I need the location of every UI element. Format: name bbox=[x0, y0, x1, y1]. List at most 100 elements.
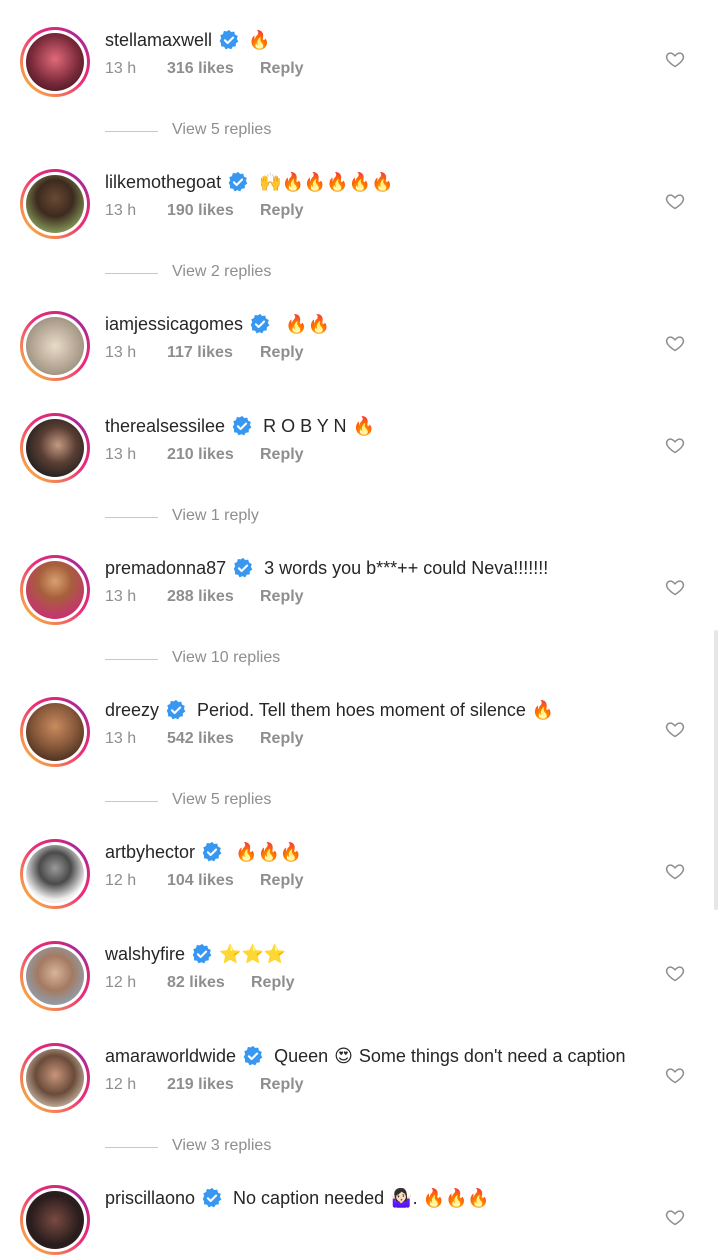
heart-icon[interactable] bbox=[665, 861, 685, 881]
heart-icon[interactable] bbox=[665, 577, 685, 597]
avatar[interactable] bbox=[20, 839, 90, 909]
avatar-photo bbox=[26, 703, 84, 761]
username[interactable]: therealsessilee bbox=[105, 416, 225, 437]
comment-emoji: 🔥 bbox=[531, 699, 555, 720]
avatar-photo bbox=[26, 419, 84, 477]
comment-emoji: 🔥🔥 bbox=[285, 313, 330, 334]
username[interactable]: lilkemothegoat bbox=[105, 172, 221, 193]
verified-badge-icon bbox=[232, 415, 252, 436]
reply-button[interactable]: Reply bbox=[260, 344, 304, 362]
comment-text: Period. Tell them hoes moment of silence bbox=[197, 699, 526, 720]
heart-icon[interactable] bbox=[665, 191, 685, 211]
likes-count[interactable]: 190 likes bbox=[167, 202, 234, 220]
heart-icon[interactable] bbox=[665, 435, 685, 455]
comment-time: 13 h bbox=[105, 730, 137, 747]
username[interactable]: premadonna87 bbox=[105, 558, 226, 579]
replies-divider bbox=[105, 273, 158, 274]
heart-icon[interactable] bbox=[665, 963, 685, 983]
likes-count[interactable]: 117 likes bbox=[167, 344, 233, 362]
likes-count[interactable]: 219 likes bbox=[167, 1076, 234, 1094]
reply-button[interactable]: Reply bbox=[260, 60, 304, 78]
verified-badge-icon bbox=[202, 841, 222, 862]
verified-badge-icon bbox=[243, 1045, 263, 1066]
reply-button[interactable]: Reply bbox=[260, 872, 304, 890]
comment-emoji: 🤷🏻‍♀️. 🔥🔥🔥 bbox=[390, 1187, 490, 1208]
replies-divider bbox=[105, 517, 158, 518]
view-replies-label[interactable]: View 2 replies bbox=[172, 263, 271, 281]
avatar-photo bbox=[26, 1049, 84, 1107]
comment-time: 13 h bbox=[105, 344, 137, 361]
username[interactable]: artbyhector bbox=[105, 842, 195, 863]
verified-badge-icon bbox=[250, 313, 270, 334]
heart-icon[interactable] bbox=[665, 49, 685, 69]
comment-time: 13 h bbox=[105, 60, 137, 77]
comment-time: 12 h bbox=[105, 1076, 137, 1093]
replies-divider bbox=[105, 801, 158, 802]
comment-time: 13 h bbox=[105, 446, 137, 463]
username[interactable]: walshyfire bbox=[105, 944, 185, 965]
comment-emoji: ⭐⭐⭐ bbox=[219, 943, 287, 964]
avatar[interactable] bbox=[20, 311, 90, 381]
reply-button[interactable]: Reply bbox=[260, 446, 304, 464]
avatar[interactable] bbox=[20, 169, 90, 239]
avatar-photo bbox=[26, 1191, 84, 1249]
verified-badge-icon bbox=[219, 29, 239, 50]
comment-time: 13 h bbox=[105, 202, 137, 219]
reply-button[interactable]: Reply bbox=[260, 730, 304, 748]
heart-icon[interactable] bbox=[665, 1207, 685, 1227]
likes-count[interactable]: 316 likes bbox=[167, 60, 234, 78]
comment-time: 12 h bbox=[105, 974, 137, 991]
avatar[interactable] bbox=[20, 413, 90, 483]
reply-button[interactable]: Reply bbox=[260, 588, 304, 606]
avatar-photo bbox=[26, 317, 84, 375]
comment-time: 12 h bbox=[105, 872, 137, 889]
avatar[interactable] bbox=[20, 697, 90, 767]
view-replies-label[interactable]: View 1 reply bbox=[172, 507, 259, 525]
likes-count[interactable]: 210 likes bbox=[167, 446, 234, 464]
comment-emoji: 🔥🔥🔥 bbox=[235, 841, 303, 862]
reply-button[interactable]: Reply bbox=[260, 202, 304, 220]
heart-icon[interactable] bbox=[665, 333, 685, 353]
verified-badge-icon bbox=[166, 699, 186, 720]
replies-divider bbox=[105, 659, 158, 660]
avatar-photo bbox=[26, 845, 84, 903]
comment-text-continued: Some things don't need a caption bbox=[358, 1045, 626, 1066]
avatar[interactable] bbox=[20, 1185, 90, 1255]
view-replies-label[interactable]: View 5 replies bbox=[172, 121, 271, 139]
reply-button[interactable]: Reply bbox=[260, 1076, 304, 1094]
username[interactable]: iamjessicagomes bbox=[105, 314, 243, 335]
comment-text: 3 words you b***++ could Neva!!!!!!! bbox=[264, 557, 549, 578]
avatar[interactable] bbox=[20, 941, 90, 1011]
likes-count[interactable]: 82 likes bbox=[167, 974, 225, 992]
avatar[interactable] bbox=[20, 1043, 90, 1113]
verified-badge-icon bbox=[192, 943, 212, 964]
username[interactable]: amaraworldwide bbox=[105, 1046, 236, 1067]
replies-divider bbox=[105, 131, 158, 132]
verified-badge-icon bbox=[202, 1187, 222, 1208]
username[interactable]: dreezy bbox=[105, 700, 159, 721]
username[interactable]: priscillaono bbox=[105, 1188, 195, 1209]
scrollbar[interactable] bbox=[714, 630, 718, 910]
view-replies-label[interactable]: View 3 replies bbox=[172, 1137, 271, 1155]
comment-emoji: 🙌🔥🔥🔥🔥🔥 bbox=[259, 171, 394, 192]
avatar[interactable] bbox=[20, 555, 90, 625]
verified-badge-icon bbox=[233, 557, 253, 578]
avatar-photo bbox=[26, 175, 84, 233]
view-replies-label[interactable]: View 10 replies bbox=[172, 649, 280, 667]
likes-count[interactable]: 288 likes bbox=[167, 588, 234, 606]
likes-count[interactable]: 542 likes bbox=[167, 730, 234, 748]
comment-text: R O B Y N bbox=[263, 415, 347, 436]
comment-text: Queen bbox=[274, 1045, 329, 1066]
avatar[interactable] bbox=[20, 27, 90, 97]
heart-icon[interactable] bbox=[665, 1065, 685, 1085]
avatar-photo bbox=[26, 33, 84, 91]
replies-divider bbox=[105, 1147, 158, 1148]
likes-count[interactable]: 104 likes bbox=[167, 872, 234, 890]
view-replies-label[interactable]: View 5 replies bbox=[172, 791, 271, 809]
heart-icon[interactable] bbox=[665, 719, 685, 739]
reply-button[interactable]: Reply bbox=[251, 974, 295, 992]
username[interactable]: stellamaxwell bbox=[105, 30, 212, 51]
avatar-photo bbox=[26, 947, 84, 1005]
avatar-photo bbox=[26, 561, 84, 619]
comment-time: 13 h bbox=[105, 588, 137, 605]
